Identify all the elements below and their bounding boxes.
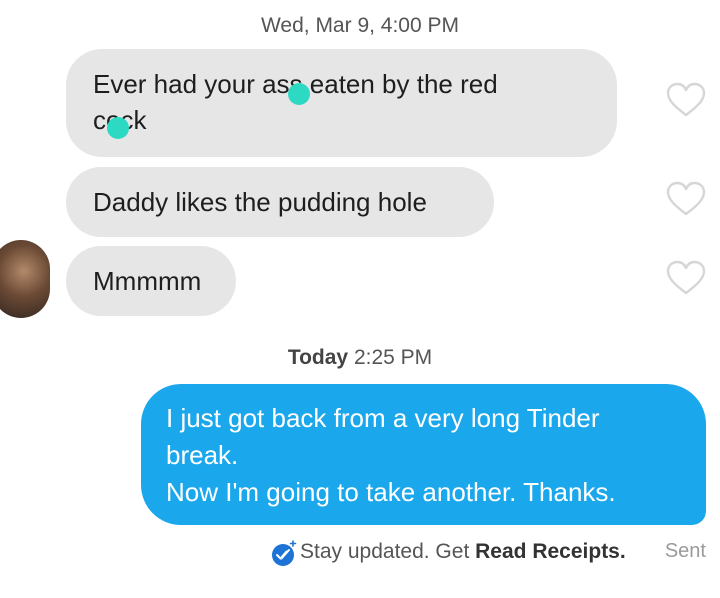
- message-line-1: I just got back from a very long Tinder: [166, 403, 600, 433]
- incoming-message-1[interactable]: Ever had your ass eaten by the red cock: [66, 49, 617, 157]
- censor-dot-1: [288, 83, 310, 105]
- message-line-3: Now I'm going to take another. Thanks.: [166, 477, 616, 507]
- read-receipts-link[interactable]: Read Receipts.: [475, 540, 626, 563]
- outgoing-message[interactable]: I just got back from a very long Tinder …: [141, 384, 706, 525]
- heart-outline-icon[interactable]: [666, 82, 706, 118]
- timestamp-day: Wed, Mar 9,: [260, 14, 375, 37]
- receipts-prefix: Stay updated. Get: [300, 540, 470, 563]
- sent-status: Sent: [664, 540, 706, 562]
- timestamp-time: 2:25 PM: [353, 346, 433, 369]
- read-receipts-row: Stay updated. Get Read Receipts. Sent: [0, 536, 720, 570]
- message-line-2: break.: [166, 440, 239, 470]
- timestamp-day: Today: [287, 346, 349, 369]
- incoming-message-2[interactable]: Daddy likes the pudding hole: [66, 167, 494, 237]
- message-line-2: cock: [93, 102, 591, 138]
- timestamp-header: Wed, Mar 9, 4:00 PM: [0, 14, 720, 38]
- timestamp-time: 4:00 PM: [380, 14, 460, 37]
- message-text: Mmmmm: [93, 266, 202, 296]
- receipts-prompt: Stay updated. Get Read Receipts.: [300, 540, 626, 564]
- censor-dot-2: [107, 117, 129, 139]
- incoming-message-3[interactable]: Mmmmm: [66, 246, 236, 316]
- heart-outline-icon[interactable]: [666, 260, 706, 296]
- double-check-badge-icon[interactable]: [270, 540, 298, 568]
- timestamp-today: Today 2:25 PM: [0, 346, 720, 370]
- message-text: Daddy likes the pudding hole: [93, 187, 427, 217]
- sender-avatar[interactable]: [0, 240, 50, 318]
- heart-outline-icon[interactable]: [666, 181, 706, 217]
- message-line-1: Ever had your ass eaten by the red: [93, 69, 498, 99]
